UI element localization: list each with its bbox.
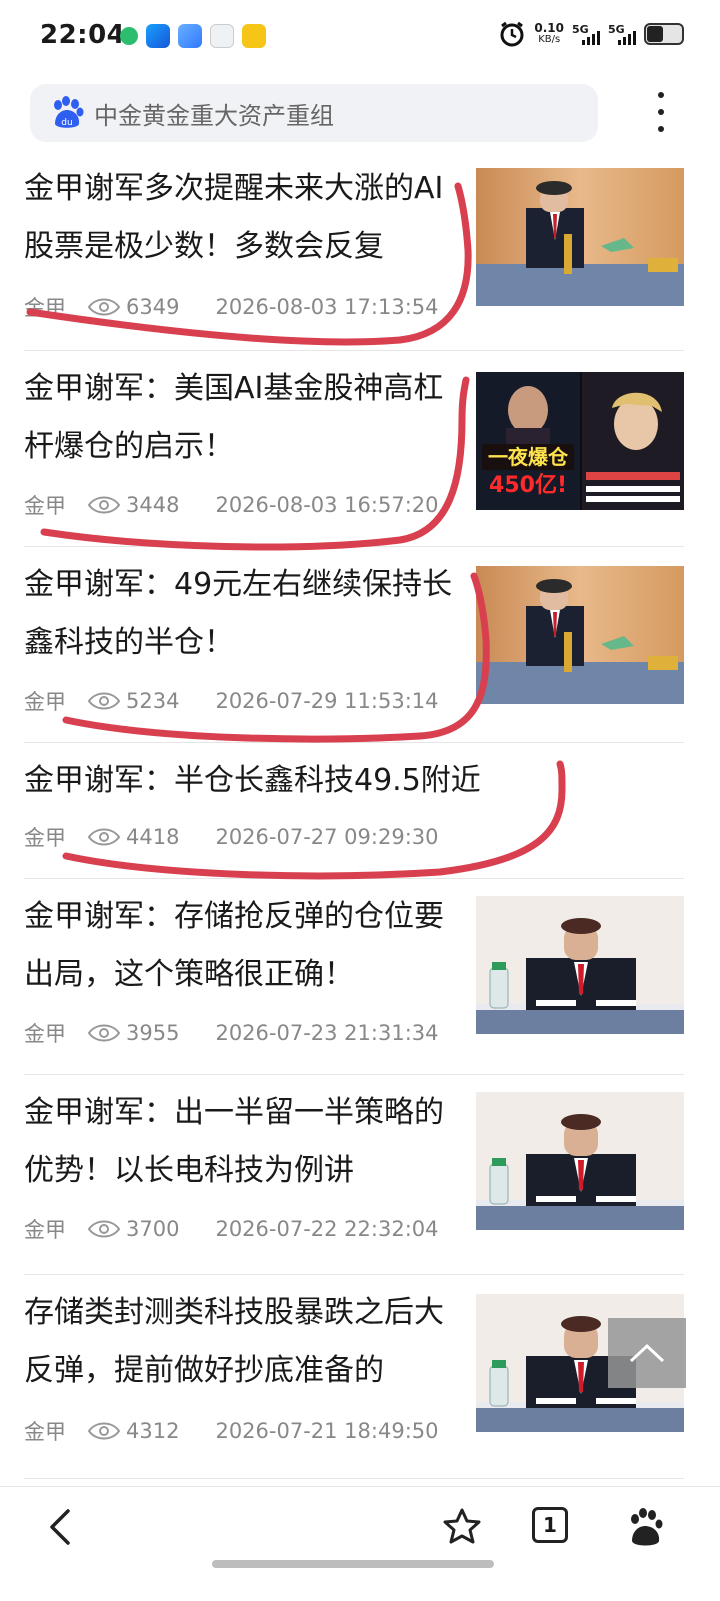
hand-notification-icon — [242, 24, 266, 48]
status-indicators: 0.10 KB/s 5G 5G — [498, 20, 684, 48]
article-item[interactable]: 金甲谢军多次提醒未来大涨的AI股票是极少数！多数会反复 金甲 6349 2026… — [24, 150, 684, 351]
article-title[interactable]: 金甲谢军多次提醒未来大涨的AI股票是极少数！多数会反复 — [24, 160, 464, 276]
back-to-top-button[interactable] — [608, 1318, 686, 1388]
article-item[interactable]: 存储类封测类科技股暴跌之后大反弹，提前做好抄底准备的 金甲 4312 2026-… — [24, 1274, 684, 1479]
article-thumbnail[interactable]: 一夜爆仓 450亿! — [476, 372, 684, 510]
article-date: 2026-07-23 21:31:34 — [215, 1021, 439, 1045]
article-thumbnail[interactable] — [476, 168, 684, 306]
article-title[interactable]: 金甲谢军：出一半留一半策略的优势！以长电科技为例讲 — [24, 1084, 464, 1200]
eye-icon — [88, 1422, 120, 1440]
map-notification-icon — [210, 24, 234, 48]
article-date: 2026-07-27 09:29:30 — [215, 825, 439, 849]
tabs-icon[interactable]: 1 — [532, 1507, 568, 1543]
article-views: 3955 — [126, 1021, 180, 1045]
home-indicator[interactable] — [212, 1560, 494, 1568]
article-date: 2026-07-22 22:32:04 — [215, 1217, 439, 1241]
article-meta: 金甲 4418 2026-07-27 09:29:30 — [24, 822, 439, 852]
chevron-up-icon — [629, 1343, 665, 1363]
eye-icon — [88, 1220, 120, 1238]
article-title[interactable]: 金甲谢军：半仓长鑫科技49.5附近 — [24, 752, 664, 810]
more-options-icon[interactable] — [650, 92, 672, 132]
network-speed: 0.10 KB/s — [534, 22, 564, 46]
star-icon[interactable] — [440, 1505, 484, 1549]
article-thumbnail[interactable] — [476, 896, 684, 1034]
article-views: 3700 — [126, 1217, 180, 1241]
article-item[interactable]: 金甲谢军：49元左右继续保持长鑫科技的半仓！ 金甲 5234 2026-07-2… — [24, 546, 684, 743]
article-title[interactable]: 金甲谢军：49元左右继续保持长鑫科技的半仓！ — [24, 556, 464, 672]
article-author: 金甲 — [24, 494, 66, 518]
eye-icon — [88, 496, 120, 514]
signal-bars-icon — [582, 29, 600, 45]
article-date: 2026-07-21 18:49:50 — [215, 1419, 439, 1443]
article-thumbnail[interactable] — [476, 566, 684, 704]
thumb-headline: 一夜爆仓 — [488, 445, 569, 469]
article-meta: 金甲 3700 2026-07-22 22:32:04 — [24, 1214, 439, 1244]
bottom-navigation: 1 — [0, 1486, 720, 1601]
thumb-amount: 450亿! — [489, 473, 567, 498]
eye-icon — [88, 298, 120, 316]
article-author: 金甲 — [24, 1420, 66, 1444]
article-meta: 金甲 4312 2026-07-21 18:49:50 — [24, 1416, 439, 1446]
article-date: 2026-07-29 11:53:14 — [215, 689, 439, 713]
tab-count: 1 — [543, 1513, 557, 1537]
eye-icon — [88, 828, 120, 846]
net-speed-value: 0.10 — [534, 21, 564, 35]
article-views: 4418 — [126, 825, 180, 849]
article-views: 6349 — [126, 295, 180, 319]
article-author: 金甲 — [24, 826, 66, 850]
article-meta: 金甲 5234 2026-07-29 11:53:14 — [24, 686, 439, 716]
article-author: 金甲 — [24, 296, 66, 320]
baidu-netdisk-icon — [178, 24, 202, 48]
app-notification-icon — [120, 27, 138, 45]
article-title[interactable]: 存储类封测类科技股暴跌之后大反弹，提前做好抄底准备的 — [24, 1284, 464, 1400]
back-icon[interactable] — [40, 1505, 84, 1549]
browser-notification-icon — [146, 24, 170, 48]
article-author: 金甲 — [24, 1218, 66, 1242]
article-views: 4312 — [126, 1419, 180, 1443]
article-author: 金甲 — [24, 1022, 66, 1046]
article-item[interactable]: 金甲谢军：出一半留一半策略的优势！以长电科技为例讲 金甲 3700 2026-0… — [24, 1074, 684, 1275]
sim2-signal: 5G — [608, 24, 636, 45]
article-title[interactable]: 金甲谢军：存储抢反弹的仓位要出局，这个策略很正确！ — [24, 888, 464, 1004]
article-date: 2026-08-03 17:13:54 — [215, 295, 439, 319]
signal-bars-icon — [618, 29, 636, 45]
article-item[interactable]: 金甲谢军：存储抢反弹的仓位要出局，这个策略很正确！ 金甲 3955 2026-0… — [24, 878, 684, 1075]
article-meta: 金甲 3955 2026-07-23 21:31:34 — [24, 1018, 439, 1048]
baidu-paw-icon[interactable] — [624, 1505, 668, 1549]
article-meta: 金甲 6349 2026-08-03 17:13:54 — [24, 292, 439, 322]
battery-icon — [644, 23, 684, 45]
sim1-signal: 5G — [572, 24, 600, 45]
article-item[interactable]: 金甲谢军：美国AI基金股神高杠杆爆仓的启示！ 金甲 3448 2026-08-0… — [24, 350, 684, 547]
notification-icons — [120, 24, 266, 48]
baidu-logo-icon: du — [54, 96, 84, 128]
article-views: 5234 — [126, 689, 180, 713]
article-meta: 金甲 3448 2026-08-03 16:57:20 — [24, 490, 439, 520]
eye-icon — [88, 1024, 120, 1042]
search-query[interactable]: 中金黄金重大资产重组 — [94, 96, 334, 131]
article-date: 2026-08-03 16:57:20 — [215, 493, 439, 517]
article-thumbnail[interactable] — [476, 1092, 684, 1230]
net-speed-unit: KB/s — [538, 34, 561, 45]
baidu-logo-text: du — [61, 118, 72, 128]
alarm-icon — [500, 21, 524, 47]
search-bar[interactable]: du 中金黄金重大资产重组 — [30, 84, 598, 142]
clock: 22:04 — [40, 20, 126, 50]
eye-icon — [88, 692, 120, 710]
article-author: 金甲 — [24, 690, 66, 714]
status-bar: 22:04 0.10 KB/s 5G 5G — [0, 0, 720, 76]
article-views: 3448 — [126, 493, 180, 517]
article-item[interactable]: 金甲谢军：半仓长鑫科技49.5附近 金甲 4418 2026-07-27 09:… — [24, 742, 684, 879]
article-title[interactable]: 金甲谢军：美国AI基金股神高杠杆爆仓的启示！ — [24, 360, 464, 476]
